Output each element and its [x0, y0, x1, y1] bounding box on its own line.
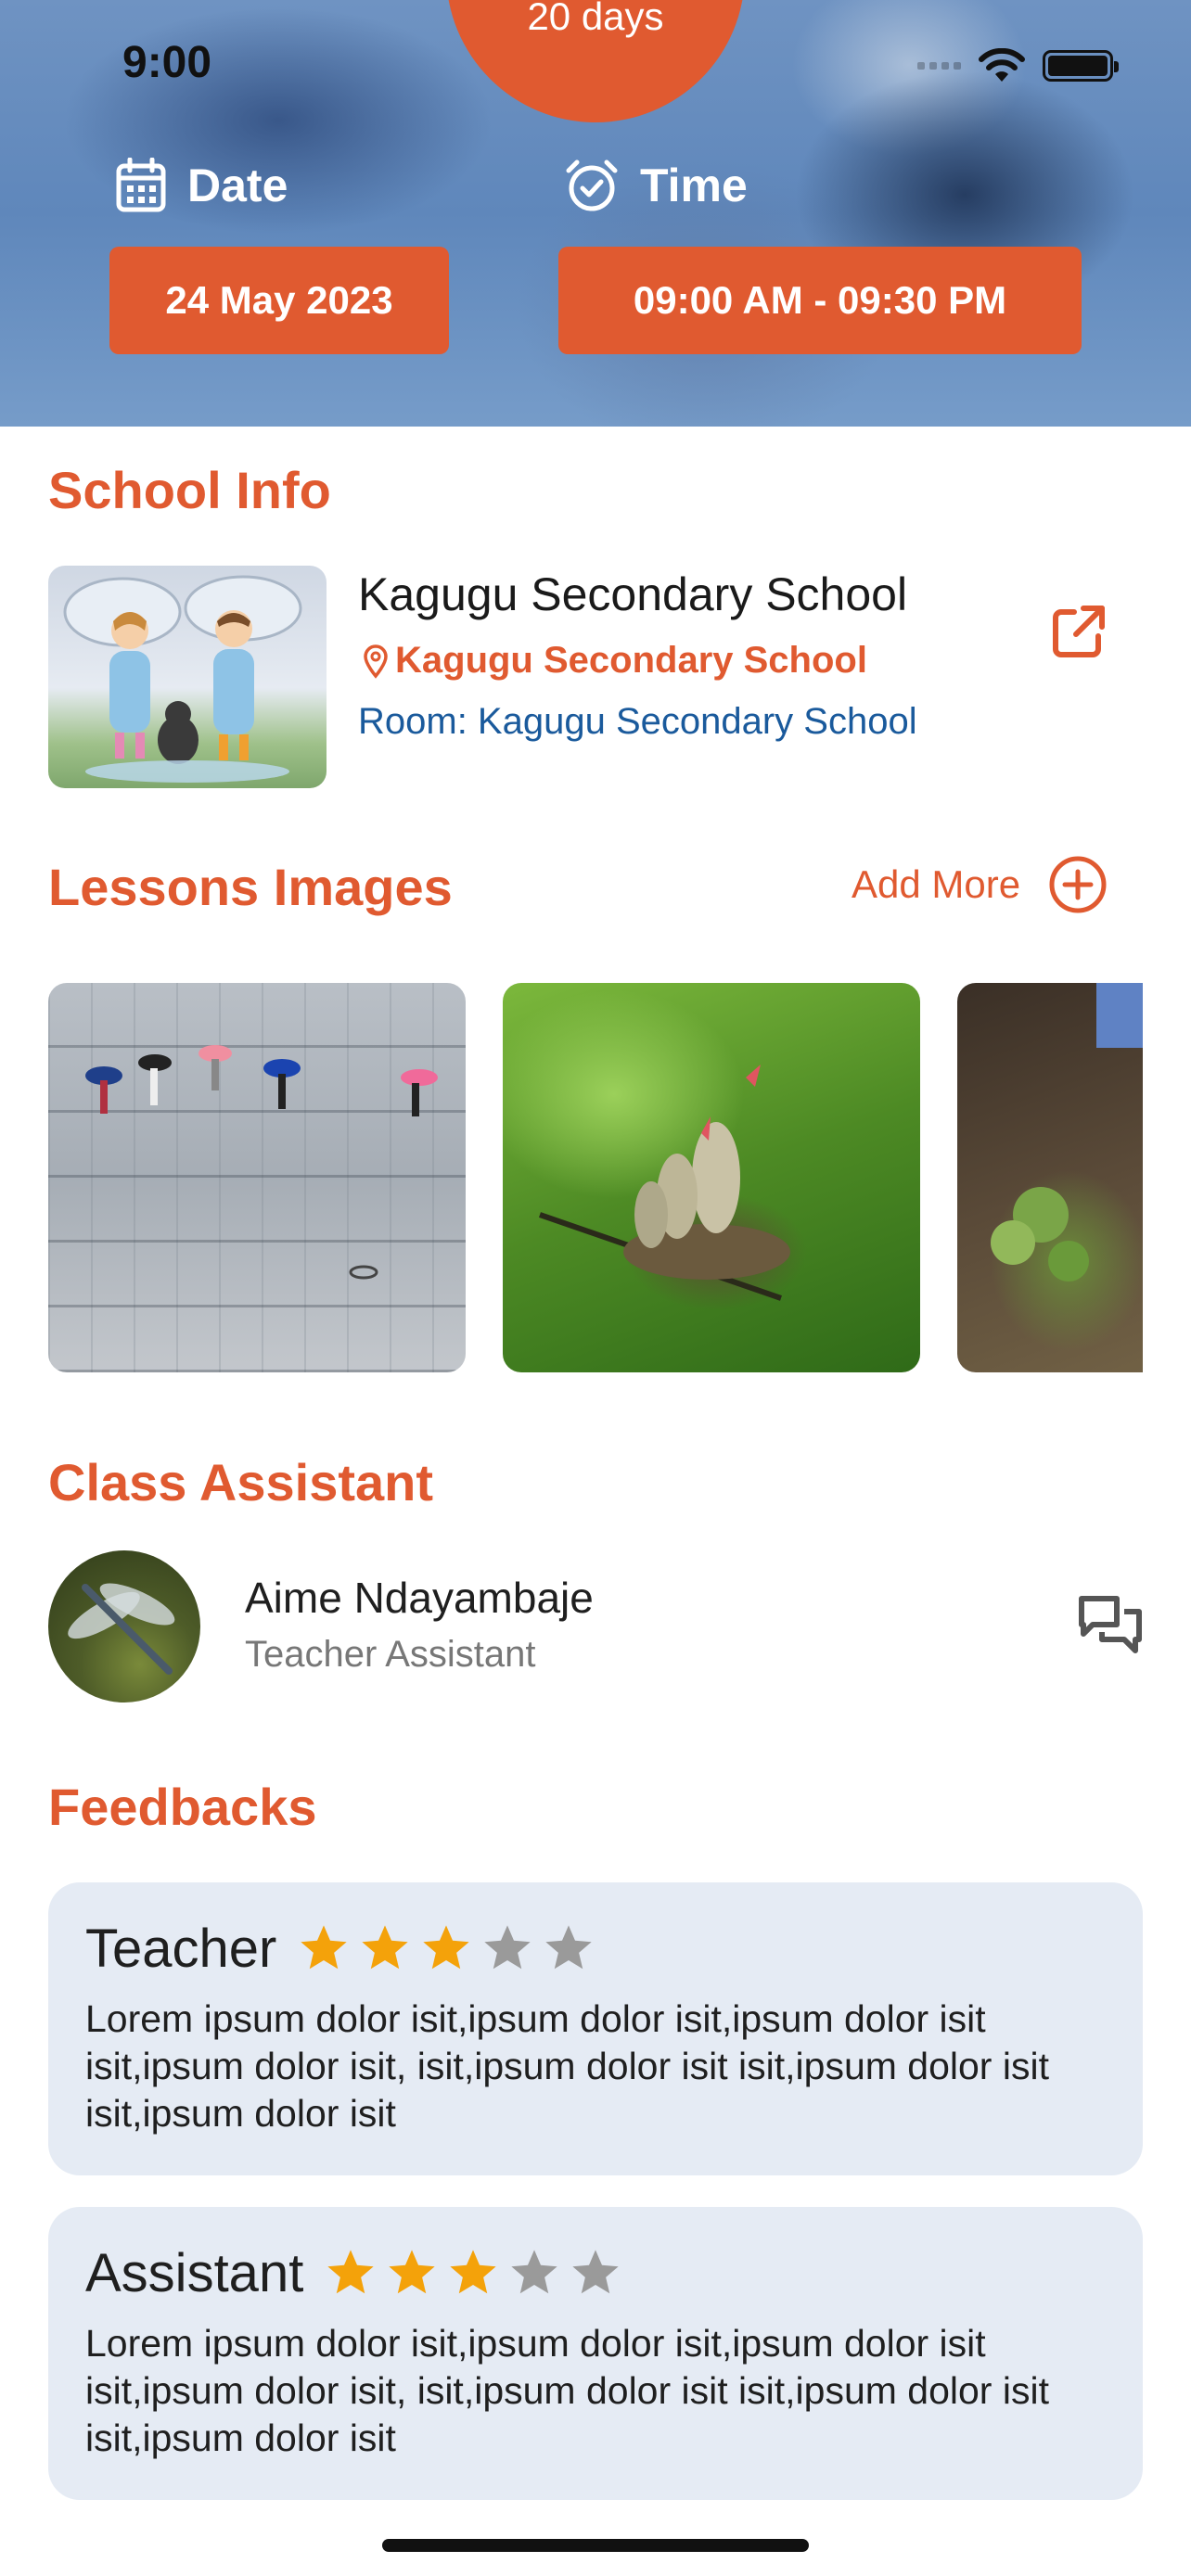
feedback-card-teacher: Teacher Lorem ipsum dolor isit,ipsum dol…: [48, 1882, 1143, 2175]
cellular-signal-icon: [917, 62, 961, 70]
star-filled-icon: [389, 2250, 435, 2294]
avatar: [48, 1550, 200, 1702]
star-rating: [324, 2246, 622, 2300]
header-banner: 20 days 9:00 Date Time 24 May 2023 09:00…: [0, 0, 1191, 427]
status-bar-time: 9:00: [122, 38, 212, 87]
home-indicator[interactable]: [382, 2539, 809, 2552]
lesson-image-rainy-courtyard[interactable]: [48, 983, 466, 1372]
external-link-icon[interactable]: [1048, 601, 1109, 662]
lesson-image-cliff-plants[interactable]: [957, 983, 1143, 1372]
time-label-text: Time: [640, 159, 748, 211]
feedback-card-assistant: Assistant Lorem ipsum dolor isit,ipsum d…: [48, 2207, 1143, 2500]
date-label: Date: [115, 158, 288, 213]
star-filled-icon: [327, 2250, 374, 2294]
star-empty-icon: [572, 2250, 619, 2294]
calendar-icon: [116, 158, 166, 212]
school-info-title: School Info: [48, 461, 331, 519]
star-empty-icon: [484, 1925, 531, 1970]
star-filled-icon: [301, 1925, 347, 1970]
lessons-images-title: Lessons Images: [48, 858, 453, 916]
date-value-pill[interactable]: 24 May 2023: [109, 247, 449, 354]
feedback-role: Assistant: [85, 2242, 304, 2303]
assistant-name: Aime Ndayambaje: [245, 1574, 594, 1622]
chat-bubbles-icon[interactable]: [1076, 1593, 1145, 1656]
date-label-text: Date: [187, 159, 288, 211]
star-filled-icon: [362, 1925, 408, 1970]
location-pin-icon: [364, 644, 388, 679]
lesson-image-bird-nest[interactable]: [503, 983, 920, 1372]
star-empty-icon: [511, 2250, 557, 2294]
school-location-text: Kagugu Secondary School: [395, 640, 867, 681]
feedback-text: Lorem ipsum dolor isit,ipsum dolor isit,…: [85, 2322, 1049, 2459]
feedback-role: Teacher: [85, 1918, 277, 1979]
plus-circle-icon: [1049, 856, 1107, 913]
days-remaining-badge: 20 days: [446, 0, 745, 122]
days-remaining-text: 20 days: [527, 0, 664, 38]
feedbacks-title: Feedbacks: [48, 1778, 317, 1836]
school-location[interactable]: Kagugu Secondary School: [362, 640, 867, 682]
school-room: Room: Kagugu Secondary School: [358, 701, 917, 742]
wifi-icon: [979, 48, 1025, 82]
school-name: Kagugu Secondary School: [358, 568, 908, 620]
star-filled-icon: [450, 2250, 496, 2294]
star-rating: [297, 1921, 596, 1975]
time-label: Time: [564, 158, 748, 213]
assistant-role: Teacher Assistant: [245, 1634, 536, 1675]
time-value-pill[interactable]: 09:00 AM - 09:30 PM: [558, 247, 1082, 354]
school-thumbnail: [48, 566, 327, 788]
alarm-clock-icon: [566, 159, 618, 211]
star-empty-icon: [545, 1925, 592, 1970]
children-umbrellas-illustration: [63, 575, 302, 783]
class-assistant-title: Class Assistant: [48, 1453, 433, 1511]
feedback-text: Lorem ipsum dolor isit,ipsum dolor isit,…: [85, 1997, 1049, 2135]
lessons-images-gallery[interactable]: [48, 983, 1143, 1372]
battery-icon: [1043, 50, 1119, 82]
add-more-button[interactable]: Add More: [852, 855, 1108, 914]
status-bar-icons: [917, 48, 1119, 83]
add-more-label: Add More: [852, 862, 1021, 906]
star-filled-icon: [423, 1925, 469, 1970]
